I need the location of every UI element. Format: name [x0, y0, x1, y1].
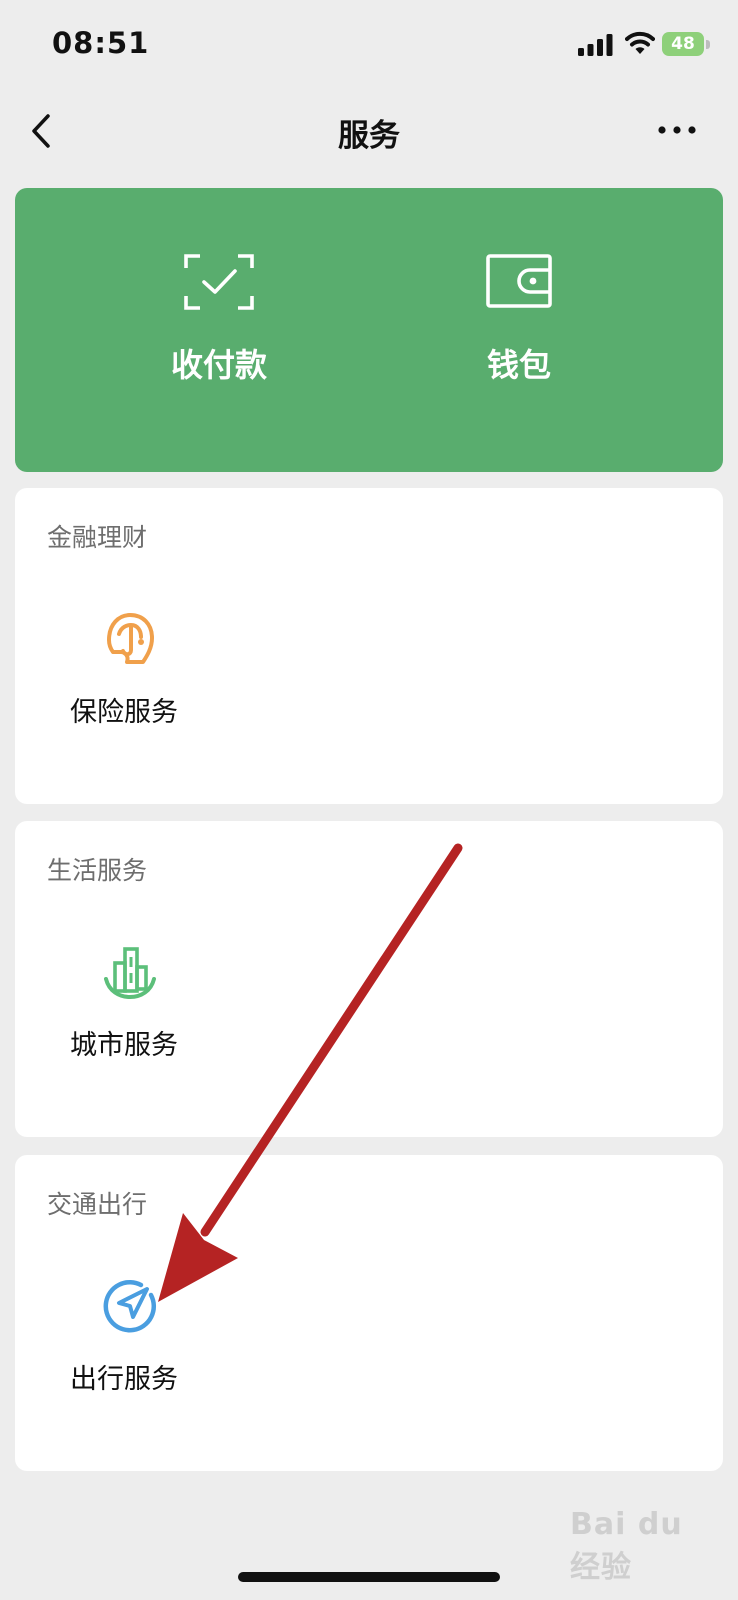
status-bar: 08:51 48: [0, 0, 738, 90]
nav-bar: 服务: [0, 92, 738, 172]
battery-level: 48: [671, 34, 695, 54]
watermark-text: Bai du 经验: [570, 1507, 683, 1585]
travel-service-label: 出行服务: [70, 1364, 178, 1395]
page-title: 服务: [338, 118, 400, 154]
status-time: 08:51: [52, 26, 150, 60]
home-indicator[interactable]: [238, 1572, 500, 1582]
navigation-arrow-icon: [103, 1279, 157, 1333]
wifi-icon: [625, 31, 655, 54]
city-service-button[interactable]: 城市服务: [43, 935, 205, 1105]
section-finance: 金融理财 保险服务: [15, 488, 723, 804]
insurance-service-button[interactable]: 保险服务: [43, 602, 205, 772]
more-options-button[interactable]: [655, 112, 705, 152]
insurance-umbrella-icon: [107, 613, 154, 664]
cellular-signal-icon: [578, 34, 613, 56]
insurance-service-label: 保险服务: [70, 697, 178, 728]
wallet-icon: [486, 254, 552, 308]
wallet-label: 钱包: [486, 346, 551, 384]
section-title: 生活服务: [47, 856, 148, 885]
section-transport: 交通出行 出行服务: [15, 1155, 723, 1471]
more-dots-icon: [658, 126, 696, 134]
section-life: 生活服务 城市服务: [15, 821, 723, 1137]
baidu-watermark: Bai du 经验: [566, 1505, 716, 1585]
section-title: 金融理财: [47, 523, 148, 552]
scan-check-icon: [184, 254, 254, 310]
battery-icon: 48: [662, 32, 712, 58]
city-service-label: 城市服务: [70, 1030, 178, 1061]
wallet-hero-card: 收付款 钱包: [15, 188, 723, 472]
battery-tip: [706, 40, 710, 49]
city-buildings-icon: [104, 947, 156, 1000]
travel-service-button[interactable]: 出行服务: [43, 1269, 205, 1439]
section-title: 交通出行: [47, 1190, 148, 1219]
wallet-button[interactable]: 钱包: [342, 188, 696, 472]
